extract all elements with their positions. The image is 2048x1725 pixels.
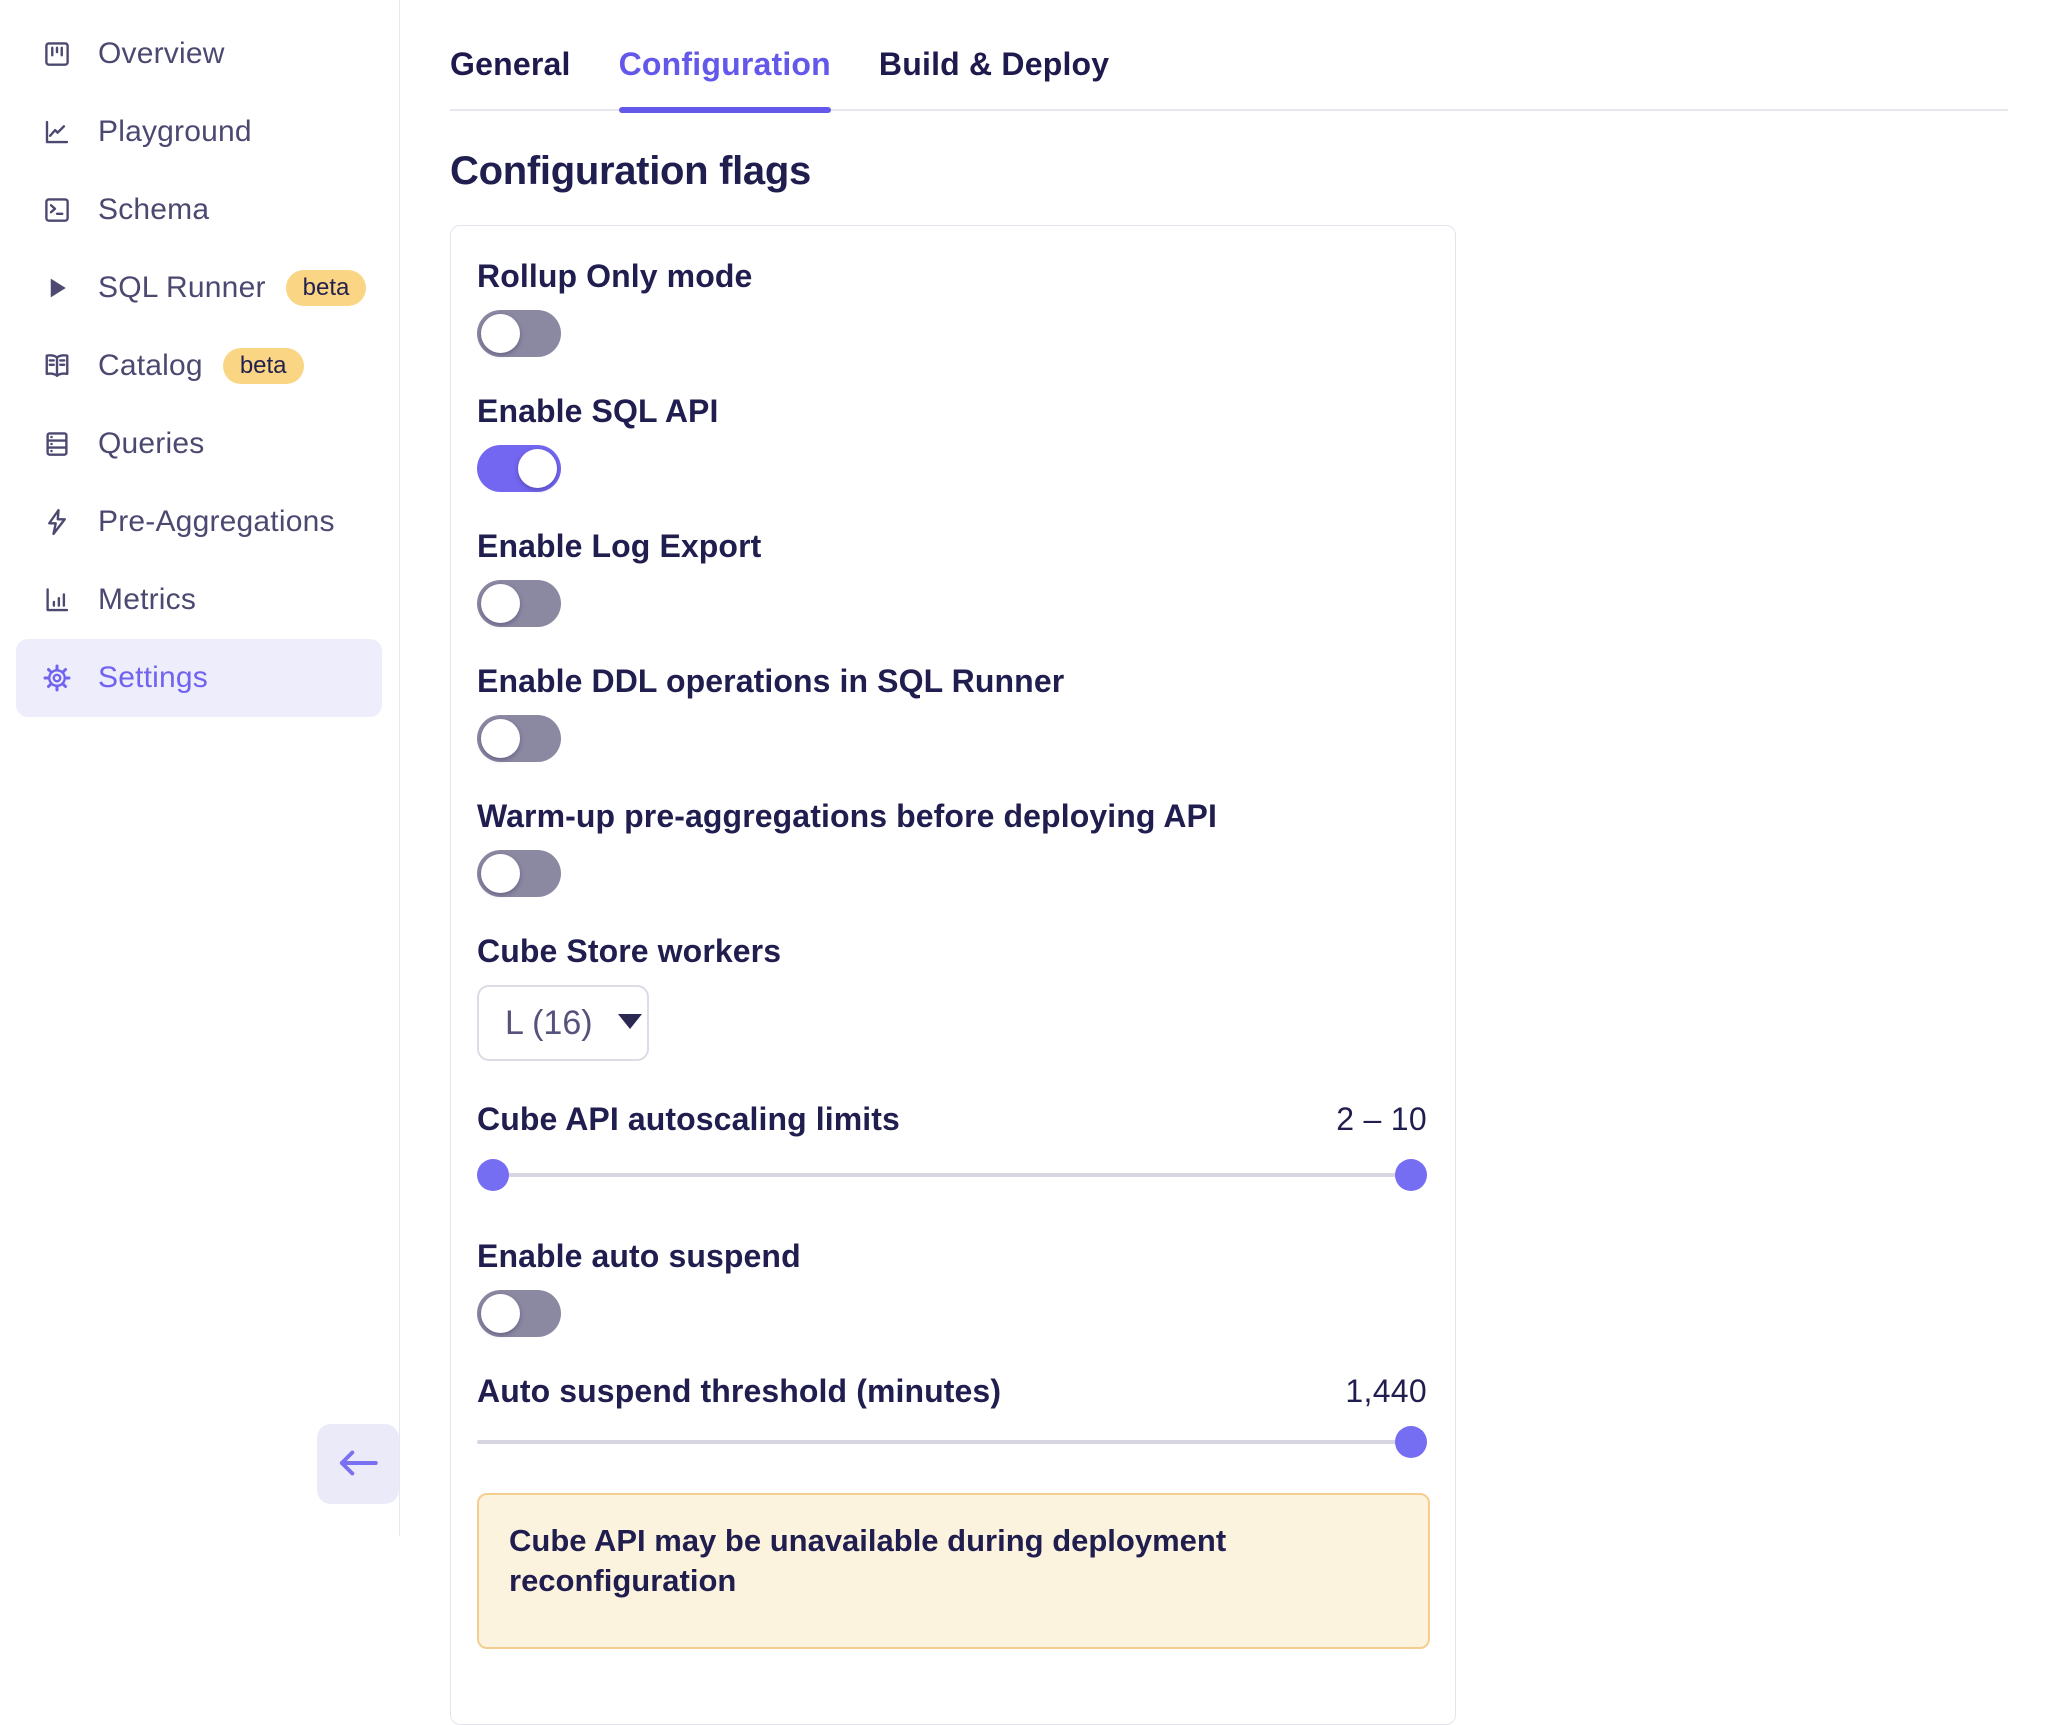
sidebar-item-settings[interactable]: Settings (16, 639, 382, 717)
suspend-threshold-label: Auto suspend threshold (minutes) (477, 1373, 1002, 1409)
sidebar-item-label: Overview (98, 37, 225, 70)
cube-store-workers-select[interactable]: L (16) (477, 985, 649, 1061)
sidebar-item-metrics[interactable]: Metrics (16, 561, 382, 639)
sidebar-item-catalog[interactable]: Catalog beta (16, 327, 382, 405)
toggle-knob (481, 719, 520, 758)
page-title: Configuration flags (450, 149, 811, 193)
sidebar-item-label: Catalog (98, 349, 203, 382)
slider-handle-max[interactable] (1395, 1159, 1427, 1191)
beta-badge: beta (285, 270, 367, 306)
bar-chart-icon (42, 585, 72, 615)
gear-icon (42, 663, 72, 693)
cube-cloud-settings-page: { "sidebar": { "items": [ {"label": "Ove… (0, 0, 2048, 1725)
sidebar-item-label: Metrics (98, 583, 197, 616)
sidebar-item-label: Pre-Aggregations (98, 505, 335, 538)
slider-rail (477, 1173, 1427, 1177)
toggle-knob (481, 314, 520, 353)
ddl-operations-label: Enable DDL operations in SQL Runner (477, 663, 1065, 699)
tab-bar: General Configuration Build & Deploy (450, 0, 2008, 113)
sidebar-item-schema[interactable]: Schema (16, 171, 382, 249)
server-icon (42, 429, 72, 459)
chart-line-icon (42, 117, 72, 147)
sidebar-item-label: Queries (98, 427, 205, 460)
slider-handle[interactable] (1395, 1426, 1427, 1458)
chevron-down-icon (617, 1013, 643, 1033)
autoscaling-row: Cube API autoscaling limits 2 – 10 (477, 1099, 1427, 1139)
toggle-knob (481, 584, 520, 623)
sidebar-item-label: SQL Runner (98, 271, 266, 304)
book-open-icon (42, 351, 72, 381)
warmup-toggle[interactable] (477, 850, 561, 897)
sidebar-item-overview[interactable]: Overview (16, 15, 382, 93)
autoscaling-slider[interactable] (477, 1159, 1427, 1191)
log-export-toggle[interactable] (477, 580, 561, 627)
warning-text: Cube API may be unavailable during deplo… (509, 1523, 1227, 1598)
auto-suspend-toggle[interactable] (477, 1290, 561, 1337)
auto-suspend-label: Enable auto suspend (477, 1238, 801, 1274)
sidebar-item-label: Settings (98, 661, 208, 694)
board-icon (42, 39, 72, 69)
sidebar-item-queries[interactable]: Queries (16, 405, 382, 483)
tab-build-deploy[interactable]: Build & Deploy (879, 46, 1109, 109)
sidebar-nav: Overview Playground Schema SQL Runner be… (0, 0, 399, 717)
sidebar-item-sql-runner[interactable]: SQL Runner beta (16, 249, 382, 327)
toggle-knob (518, 449, 557, 488)
play-icon (42, 273, 72, 303)
suspend-threshold-row: Auto suspend threshold (minutes) 1,440 (477, 1371, 1427, 1411)
autoscaling-range-value: 2 – 10 (1336, 1101, 1427, 1137)
sidebar-item-label: Playground (98, 115, 252, 148)
toggle-knob (481, 854, 520, 893)
suspend-threshold-value: 1,440 (1345, 1373, 1427, 1409)
cube-store-workers-label: Cube Store workers (477, 933, 782, 969)
sidebar: Overview Playground Schema SQL Runner be… (0, 0, 400, 1536)
terminal-icon (42, 195, 72, 225)
toggle-knob (481, 1294, 520, 1333)
sidebar-collapse-button[interactable] (317, 1424, 399, 1504)
suspend-threshold-slider[interactable] (477, 1426, 1427, 1458)
sidebar-item-label: Schema (98, 193, 210, 226)
deployment-warning-banner: Cube API may be unavailable during deplo… (477, 1493, 1430, 1649)
slider-handle-min[interactable] (477, 1159, 509, 1191)
main-content: General Configuration Build & Deploy Con… (400, 0, 2048, 1725)
warmup-label: Warm-up pre-aggregations before deployin… (477, 798, 1217, 834)
sql-api-label: Enable SQL API (477, 393, 719, 429)
tab-general[interactable]: General (450, 46, 571, 109)
sidebar-item-playground[interactable]: Playground (16, 93, 382, 171)
slider-rail (477, 1440, 1427, 1444)
sidebar-item-pre-aggregations[interactable]: Pre-Aggregations (16, 483, 382, 561)
configuration-flags-card: Rollup Only mode Enable SQL API Enable L… (450, 225, 1456, 1725)
autoscaling-label: Cube API autoscaling limits (477, 1101, 900, 1137)
tab-configuration[interactable]: Configuration (618, 46, 832, 113)
arrow-left-icon (337, 1449, 379, 1480)
log-export-label: Enable Log Export (477, 528, 762, 564)
beta-badge: beta (222, 348, 304, 384)
sql-api-toggle[interactable] (477, 445, 561, 492)
rollup-only-label: Rollup Only mode (477, 258, 753, 294)
select-value: L (16) (505, 1003, 593, 1042)
ddl-operations-toggle[interactable] (477, 715, 561, 762)
lightning-icon (42, 507, 72, 537)
rollup-only-toggle[interactable] (477, 310, 561, 357)
